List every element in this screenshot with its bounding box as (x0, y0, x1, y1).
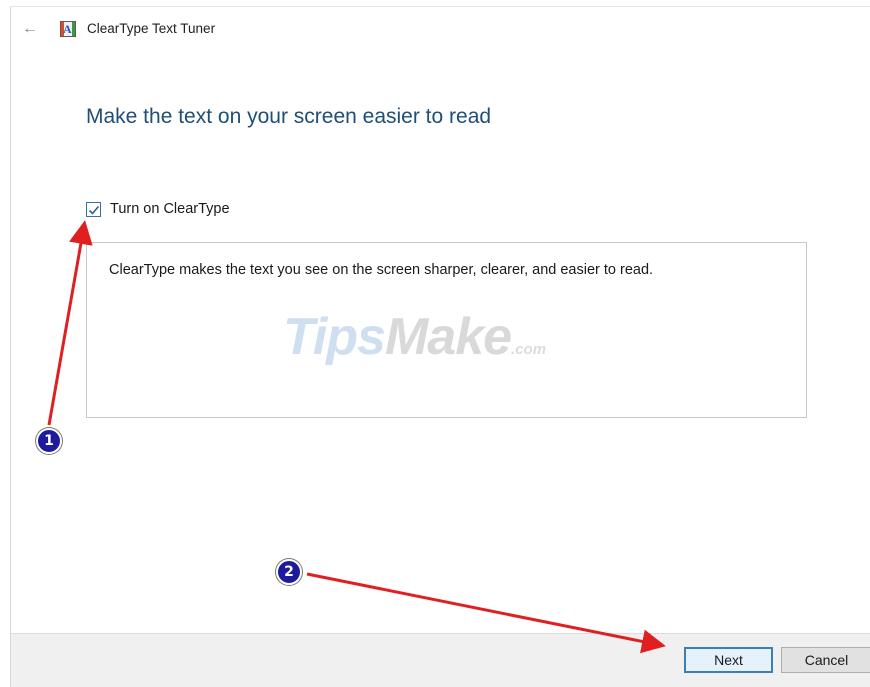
description-box: ClearType makes the text you see on the … (86, 242, 807, 418)
cancel-button[interactable]: Cancel (781, 647, 870, 673)
back-arrow-icon[interactable]: ← (19, 19, 41, 39)
description-text: ClearType makes the text you see on the … (109, 262, 654, 278)
watermark-part-3: .com (511, 341, 547, 358)
watermark-part-2: Make (384, 308, 512, 366)
checkmark-icon (88, 205, 100, 215)
annotation-badge-1: 1 (36, 428, 62, 454)
cleartype-checkbox-label[interactable]: Turn on ClearType (110, 201, 230, 217)
watermark-logo: TipsMake.com (283, 307, 546, 367)
page-heading: Make the text on your screen easier to r… (86, 105, 492, 128)
cleartype-window: ← A ClearType Text Tuner Make the text o… (10, 6, 870, 687)
watermark-part-1: Tips (283, 308, 386, 366)
title-bar: ← A ClearType Text Tuner (11, 7, 870, 51)
next-button[interactable]: Next (684, 647, 773, 673)
footer-bar: Next Cancel (11, 633, 870, 687)
cleartype-app-icon: A (60, 21, 76, 37)
cleartype-checkbox[interactable] (86, 202, 101, 217)
window-title: ClearType Text Tuner (87, 21, 216, 36)
annotation-badge-2: 2 (276, 559, 302, 585)
